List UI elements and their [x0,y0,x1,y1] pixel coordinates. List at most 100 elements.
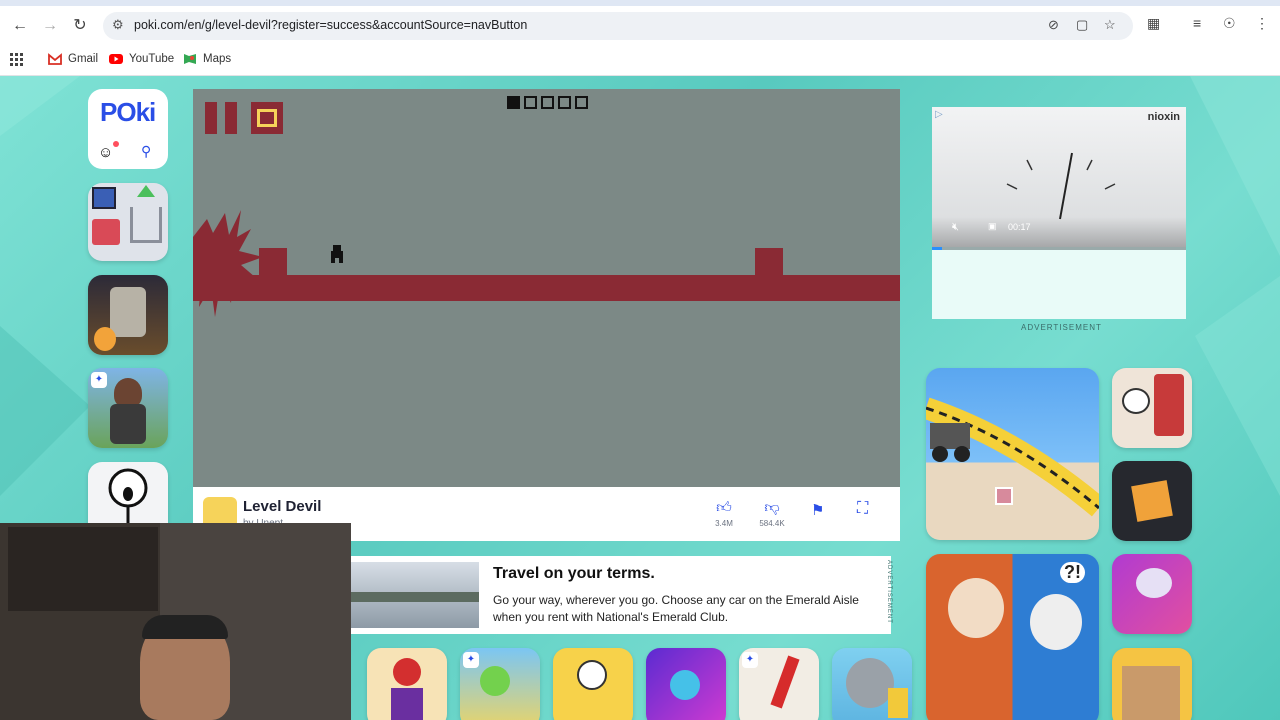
tile-art [1131,480,1173,522]
tile-art [1122,666,1180,720]
game-tile-bottom-4[interactable] [646,648,726,720]
bookmark-youtube[interactable]: YouTube [109,53,174,65]
address-bar[interactable]: ⚙ poki.com/en/g/level-devil?register=suc… [103,12,1133,40]
game-tile-left-3[interactable]: ✦ [88,368,168,448]
apps-grid-icon[interactable] [10,53,24,67]
tile-art [94,327,116,351]
game-title: Level Devil [243,498,322,515]
video-progress-track [932,247,1186,250]
ad-label: ADVERTISEMENT [886,560,892,624]
poki-page: POki ☺ ⚲ ✦ Level Devil 👍︎ 3.4M 👎︎ 584.4K… [0,76,1280,720]
game-tile-bottom-1[interactable] [367,648,447,720]
search-icon[interactable]: ⚲ [141,143,151,160]
game-tile-right-4[interactable] [1112,648,1192,720]
game-tile-featured[interactable] [926,368,1099,540]
gmail-icon [48,53,62,65]
level-indicator [541,96,554,109]
install-app-icon[interactable]: ▢ [1076,17,1088,33]
reading-list-icon[interactable]: ≡ [1193,15,1201,31]
game-tile-bottom-3[interactable] [553,648,633,720]
ad-label: ADVERTISEMENT [1021,323,1102,332]
bookmark-gmail[interactable]: Gmail [48,53,98,65]
game-canvas[interactable] [193,89,900,487]
extensions-icon[interactable]: ▦ [1147,15,1160,32]
notification-dot [113,141,119,147]
site-info-icon[interactable]: ⚙ [112,17,124,33]
video-controls [932,217,1186,250]
game-tile-bottom-2[interactable]: ✦ [460,648,540,720]
report-flag-icon[interactable]: ⚑ [811,501,824,519]
pause-bar [225,102,237,134]
tile-art [846,658,894,708]
back-icon[interactable]: ← [8,14,32,38]
camera-blocked-icon[interactable]: ⊘ [1048,17,1059,33]
mute-icon[interactable]: 🔇︎ [952,221,959,234]
game-tile-right-1[interactable] [1112,368,1192,448]
webcam-background [8,527,158,611]
player-character [331,245,343,263]
pause-bar [205,102,217,134]
fullscreen-icon[interactable]: ⛶ [857,500,868,518]
level-indicator [558,96,571,109]
pip-icon[interactable]: ▣ [988,221,997,232]
game-tile-bottom-6[interactable] [832,648,912,720]
forward-icon[interactable]: → [38,14,62,38]
tile-art [1136,568,1172,598]
game-tile-bottom-5[interactable]: ✦ [739,648,819,720]
level-indicator [524,96,537,109]
video-progress-fill [932,247,943,250]
bookmark-maps[interactable]: Maps [183,53,231,65]
tile-art [577,660,607,690]
tab-strip [0,0,1280,6]
tile-art [110,404,146,444]
reload-icon[interactable]: ↻ [68,14,92,38]
url-text: poki.com/en/g/level-devil?register=succe… [134,18,528,32]
menu-icon[interactable]: ⋮ [1255,15,1269,32]
browser-chrome: ← → ↻ ⚙ poki.com/en/g/level-devil?regist… [0,0,1280,76]
tile-art [948,578,1004,638]
bookmark-star-icon[interactable]: ☆ [1104,17,1116,33]
tile-art [1030,594,1082,650]
tile-art [670,670,700,700]
pause-button[interactable] [205,102,237,134]
tile-art [391,688,423,720]
thumbs-up-icon: 👍︎ [716,499,732,516]
tile-art [888,688,908,718]
game-tile-featured-2[interactable]: ?! [926,554,1099,720]
like-count: 3.4M [715,519,733,528]
avatar-face-icon[interactable]: ☺ [98,144,113,161]
banner-ad-image [351,562,479,628]
tile-art [130,207,162,243]
tile-art [480,666,510,696]
like-button[interactable]: 👍︎ 3.4M [709,499,739,528]
tile-art [92,219,120,245]
multiplayer-badge-icon: ✦ [463,652,479,668]
game-tile-right-2[interactable] [1112,461,1192,541]
tile-art [770,655,800,709]
tile-art [1154,374,1184,436]
game-tile-left-1[interactable] [88,183,168,261]
game-block [259,248,287,276]
dislike-button[interactable]: 👎︎ 584.4K [755,499,789,528]
tile-art [110,287,146,337]
tile-art [92,187,116,209]
video-ad-player[interactable]: ▷ nioxin 🔇︎ ▣ 00:17 [932,107,1186,250]
video-ad[interactable]: ▷ nioxin 🔇︎ ▣ 00:17 [932,107,1186,319]
bookmark-label: Maps [203,53,232,65]
bookmark-label: YouTube [129,53,175,65]
tile-art [1122,388,1150,414]
level-progress [507,96,588,109]
poki-logo[interactable]: POki [100,97,156,128]
banner-ad[interactable]: Travel on your terms. Go your way, where… [351,556,892,634]
webcam-person [142,615,228,639]
restart-button[interactable] [251,102,283,134]
profile-icon[interactable]: ☉ [1223,15,1236,32]
youtube-icon [109,54,123,64]
poki-logo-card[interactable]: POki ☺ ⚲ [88,89,168,169]
banner-ad-body: Go your way, wherever you go. Choose any… [493,593,859,624]
game-tile-left-2[interactable] [88,275,168,355]
tile-art [926,397,1099,517]
game-tile-right-3[interactable] [1112,554,1192,634]
bookmark-label: Gmail [68,53,99,65]
dislike-count: 584.4K [759,519,785,528]
